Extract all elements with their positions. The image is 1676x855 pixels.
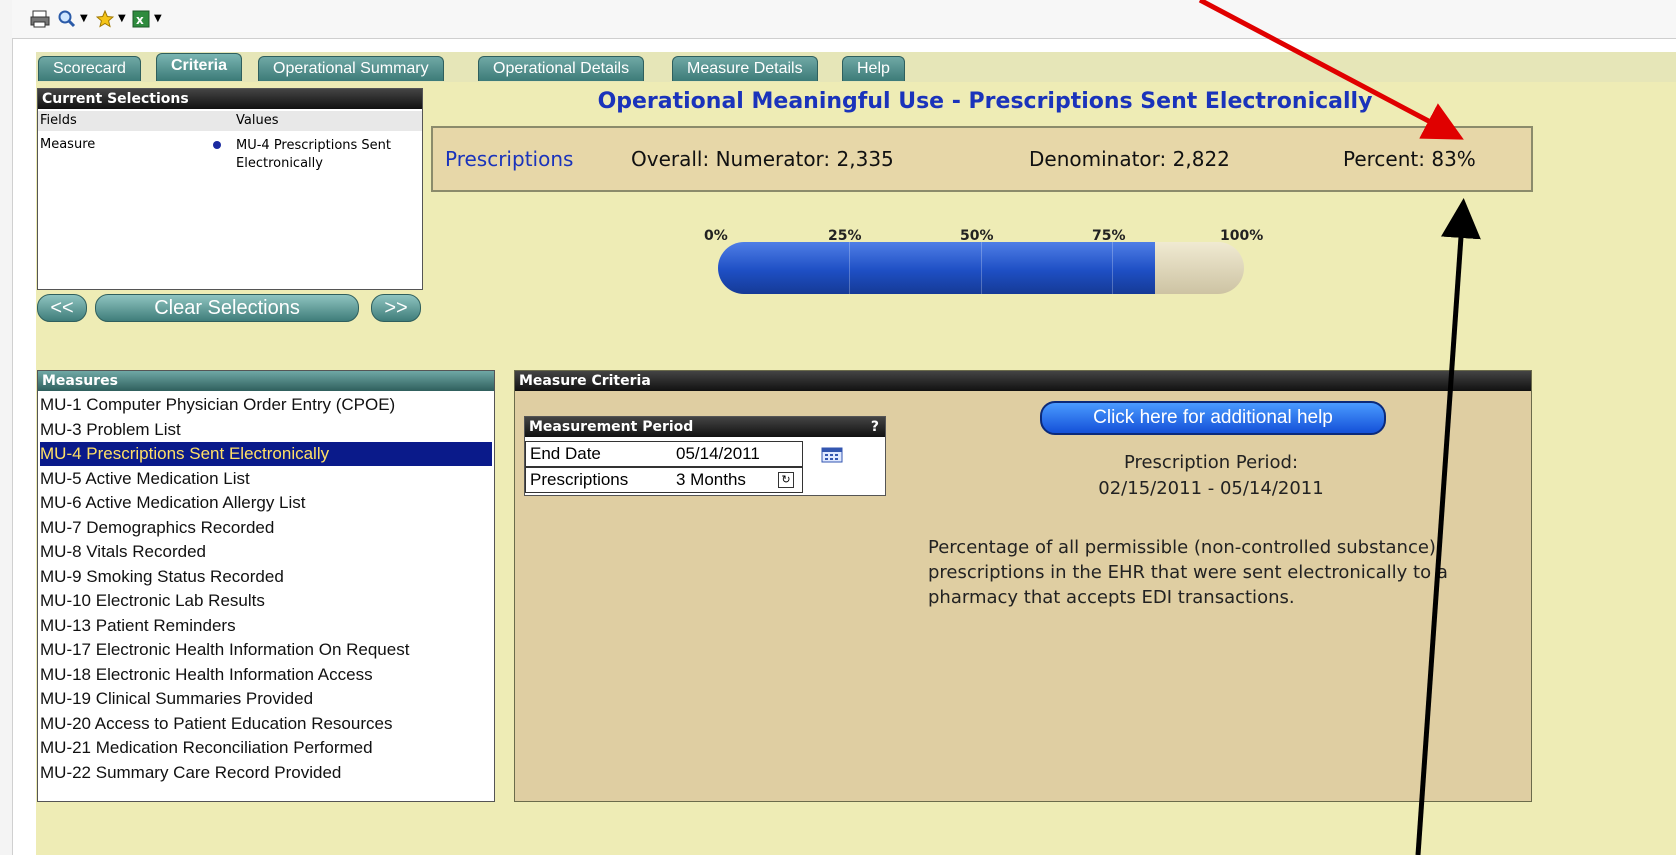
- annotation-arrows: [1198, 0, 1481, 855]
- black-annotation-arrow: [1415, 198, 1481, 855]
- red-annotation-arrow: [1198, 0, 1464, 140]
